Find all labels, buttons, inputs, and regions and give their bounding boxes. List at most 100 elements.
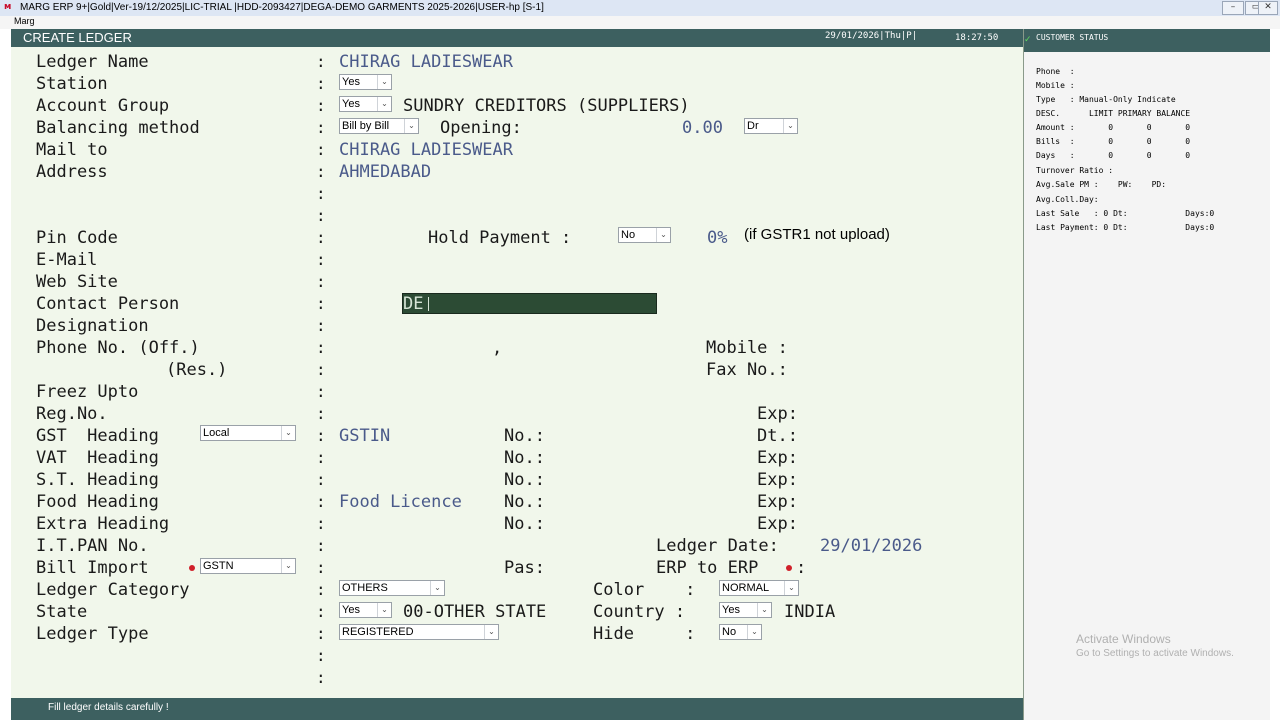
colon: : bbox=[316, 74, 326, 93]
bill-import-select-value: GSTN bbox=[203, 560, 234, 572]
chevron-down-icon: ⌄ bbox=[281, 559, 295, 573]
form-title: CREATE LEDGER bbox=[23, 30, 132, 45]
activate-windows-subtext: Go to Settings to activate Windows. bbox=[1076, 648, 1234, 659]
ledger-type-select[interactable]: REGISTERED ⌄ bbox=[339, 624, 499, 640]
food-no-label: No.: bbox=[504, 492, 545, 512]
menu-bar: Marg bbox=[0, 16, 1280, 29]
colon: : bbox=[316, 580, 326, 599]
ledger-date-label: Ledger Date: bbox=[656, 536, 779, 556]
gst-heading-select-value: Local bbox=[203, 427, 230, 439]
drcr-select[interactable]: Dr ⌄ bbox=[744, 118, 798, 134]
chevron-down-icon: ⌄ bbox=[656, 228, 670, 242]
gst-heading-label: GST Heading bbox=[36, 426, 159, 446]
status-line-text: Last Sale : 0 Dt: Days:0 bbox=[1036, 209, 1215, 218]
colon: : bbox=[316, 228, 326, 247]
colon: : bbox=[316, 118, 326, 137]
opening-value-field[interactable]: 0.00 bbox=[682, 118, 723, 138]
close-button[interactable]: ✕ bbox=[1258, 1, 1278, 15]
required-dot-icon bbox=[786, 565, 792, 571]
balancing-method-select[interactable]: Bill by Bill ⌄ bbox=[339, 118, 419, 134]
menu-marg[interactable]: Marg bbox=[14, 16, 35, 26]
ledger-name-label: Ledger Name bbox=[36, 52, 149, 72]
erp-to-erp-label: ERP to ERP bbox=[656, 558, 759, 578]
ledger-name-field[interactable]: CHIRAG LADIESWEAR bbox=[339, 52, 513, 72]
status-line: Turnover Ratio : bbox=[1024, 164, 1270, 178]
color-label: Color : bbox=[593, 580, 696, 600]
colon: : bbox=[316, 140, 326, 159]
state-select-value: Yes bbox=[342, 604, 360, 616]
header-time: 18:27:50 bbox=[955, 33, 999, 43]
food-licence-field[interactable]: Food Licence bbox=[339, 492, 462, 512]
colon: : bbox=[316, 668, 326, 687]
status-bar: Fill ledger details carefully ! bbox=[11, 698, 1023, 720]
phone-off-label: Phone No. (Off.) bbox=[36, 338, 200, 358]
colon: : bbox=[316, 250, 326, 269]
colon: : bbox=[316, 162, 326, 181]
ledger-category-select-value: OTHERS bbox=[342, 582, 388, 594]
ledger-type-label: Ledger Type bbox=[36, 624, 149, 644]
state-select[interactable]: Yes ⌄ bbox=[339, 602, 392, 618]
status-line: Avg.Coll.Day: bbox=[1024, 193, 1270, 207]
ledger-category-select[interactable]: OTHERS ⌄ bbox=[339, 580, 445, 596]
account-group-select[interactable]: Yes ⌄ bbox=[339, 96, 392, 112]
colon: : bbox=[316, 316, 326, 335]
status-line-text: Last Payment: 0 Dt: Days:0 bbox=[1036, 223, 1215, 232]
extra-exp-label: Exp: bbox=[757, 514, 798, 534]
hide-select[interactable]: No ⌄ bbox=[719, 624, 762, 640]
country-value[interactable]: INDIA bbox=[784, 602, 835, 622]
title-bar: ᴍ MARG ERP 9+|Gold|Ver-19/12/2025|LIC-TR… bbox=[0, 0, 1280, 17]
colon: : bbox=[316, 382, 326, 401]
status-line-text: Type : Manual-Only Indicate bbox=[1036, 95, 1176, 104]
email-label: E-Mail bbox=[36, 250, 98, 270]
customer-status-header: ✓ CUSTOMER STATUS bbox=[1024, 29, 1270, 52]
colon: : bbox=[316, 426, 326, 445]
gstin-field[interactable]: GSTIN bbox=[339, 426, 390, 446]
ledger-date-field[interactable]: 29/01/2026 bbox=[820, 536, 922, 556]
required-dot-icon bbox=[189, 565, 195, 571]
vat-exp-label: Exp: bbox=[757, 448, 798, 468]
chevron-down-icon: ⌄ bbox=[404, 119, 418, 133]
erp-colon: : bbox=[796, 558, 807, 578]
bill-import-label: Bill Import bbox=[36, 558, 149, 578]
address-label: Address bbox=[36, 162, 108, 182]
chevron-down-icon: ⌄ bbox=[377, 75, 391, 89]
status-line: Type : Manual-Only Indicate bbox=[1024, 93, 1270, 107]
status-line: Avg.Sale PM : PW: PD: bbox=[1024, 178, 1270, 192]
phone-comma: , bbox=[492, 338, 503, 358]
status-line-text: Phone : bbox=[1036, 67, 1075, 76]
hold-payment-select[interactable]: No ⌄ bbox=[618, 227, 671, 243]
fax-label: Fax No.: bbox=[706, 360, 788, 380]
designation-label: Designation bbox=[36, 316, 149, 336]
chevron-down-icon: ⌄ bbox=[747, 625, 761, 639]
colon: : bbox=[316, 470, 326, 489]
color-select-value: NORMAL bbox=[722, 582, 770, 594]
chevron-down-icon: ⌄ bbox=[757, 603, 771, 617]
gst-dt-label: Dt.: bbox=[757, 426, 798, 446]
state-value[interactable]: 00-OTHER STATE bbox=[403, 602, 546, 622]
status-line-text: Bills : 0 0 0 bbox=[1036, 137, 1191, 146]
address-field[interactable]: AHMEDABAD bbox=[339, 162, 431, 182]
it-pan-label: I.T.PAN No. bbox=[36, 536, 149, 556]
chevron-down-icon: ⌄ bbox=[377, 603, 391, 617]
country-select[interactable]: Yes ⌄ bbox=[719, 602, 772, 618]
mail-to-label: Mail to bbox=[36, 140, 108, 160]
mail-to-field[interactable]: CHIRAG LADIESWEAR bbox=[339, 140, 513, 160]
check-icon: ✓ bbox=[1024, 35, 1032, 45]
gst-heading-select[interactable]: Local ⌄ bbox=[200, 425, 296, 441]
station-select[interactable]: Yes ⌄ bbox=[339, 74, 392, 90]
minimize-button[interactable]: – bbox=[1222, 1, 1244, 15]
state-label: State bbox=[36, 602, 88, 622]
hold-percent-field[interactable]: 0% bbox=[707, 228, 727, 248]
reg-exp-label: Exp: bbox=[757, 404, 798, 424]
account-group-value[interactable]: SUNDRY CREDITORS (SUPPLIERS) bbox=[403, 96, 690, 116]
text-cursor bbox=[428, 297, 429, 311]
colon: : bbox=[316, 206, 326, 225]
vat-heading-label: VAT Heading bbox=[36, 448, 159, 468]
color-select[interactable]: NORMAL ⌄ bbox=[719, 580, 799, 596]
extra-heading-label: Extra Heading bbox=[36, 514, 170, 534]
status-line: Days : 0 0 0 bbox=[1024, 149, 1270, 163]
colon: : bbox=[316, 448, 326, 467]
contact-person-input[interactable]: DE bbox=[402, 293, 657, 314]
bill-import-select[interactable]: GSTN ⌄ bbox=[200, 558, 296, 574]
window-title: MARG ERP 9+|Gold|Ver-19/12/2025|LIC-TRIA… bbox=[20, 2, 544, 13]
